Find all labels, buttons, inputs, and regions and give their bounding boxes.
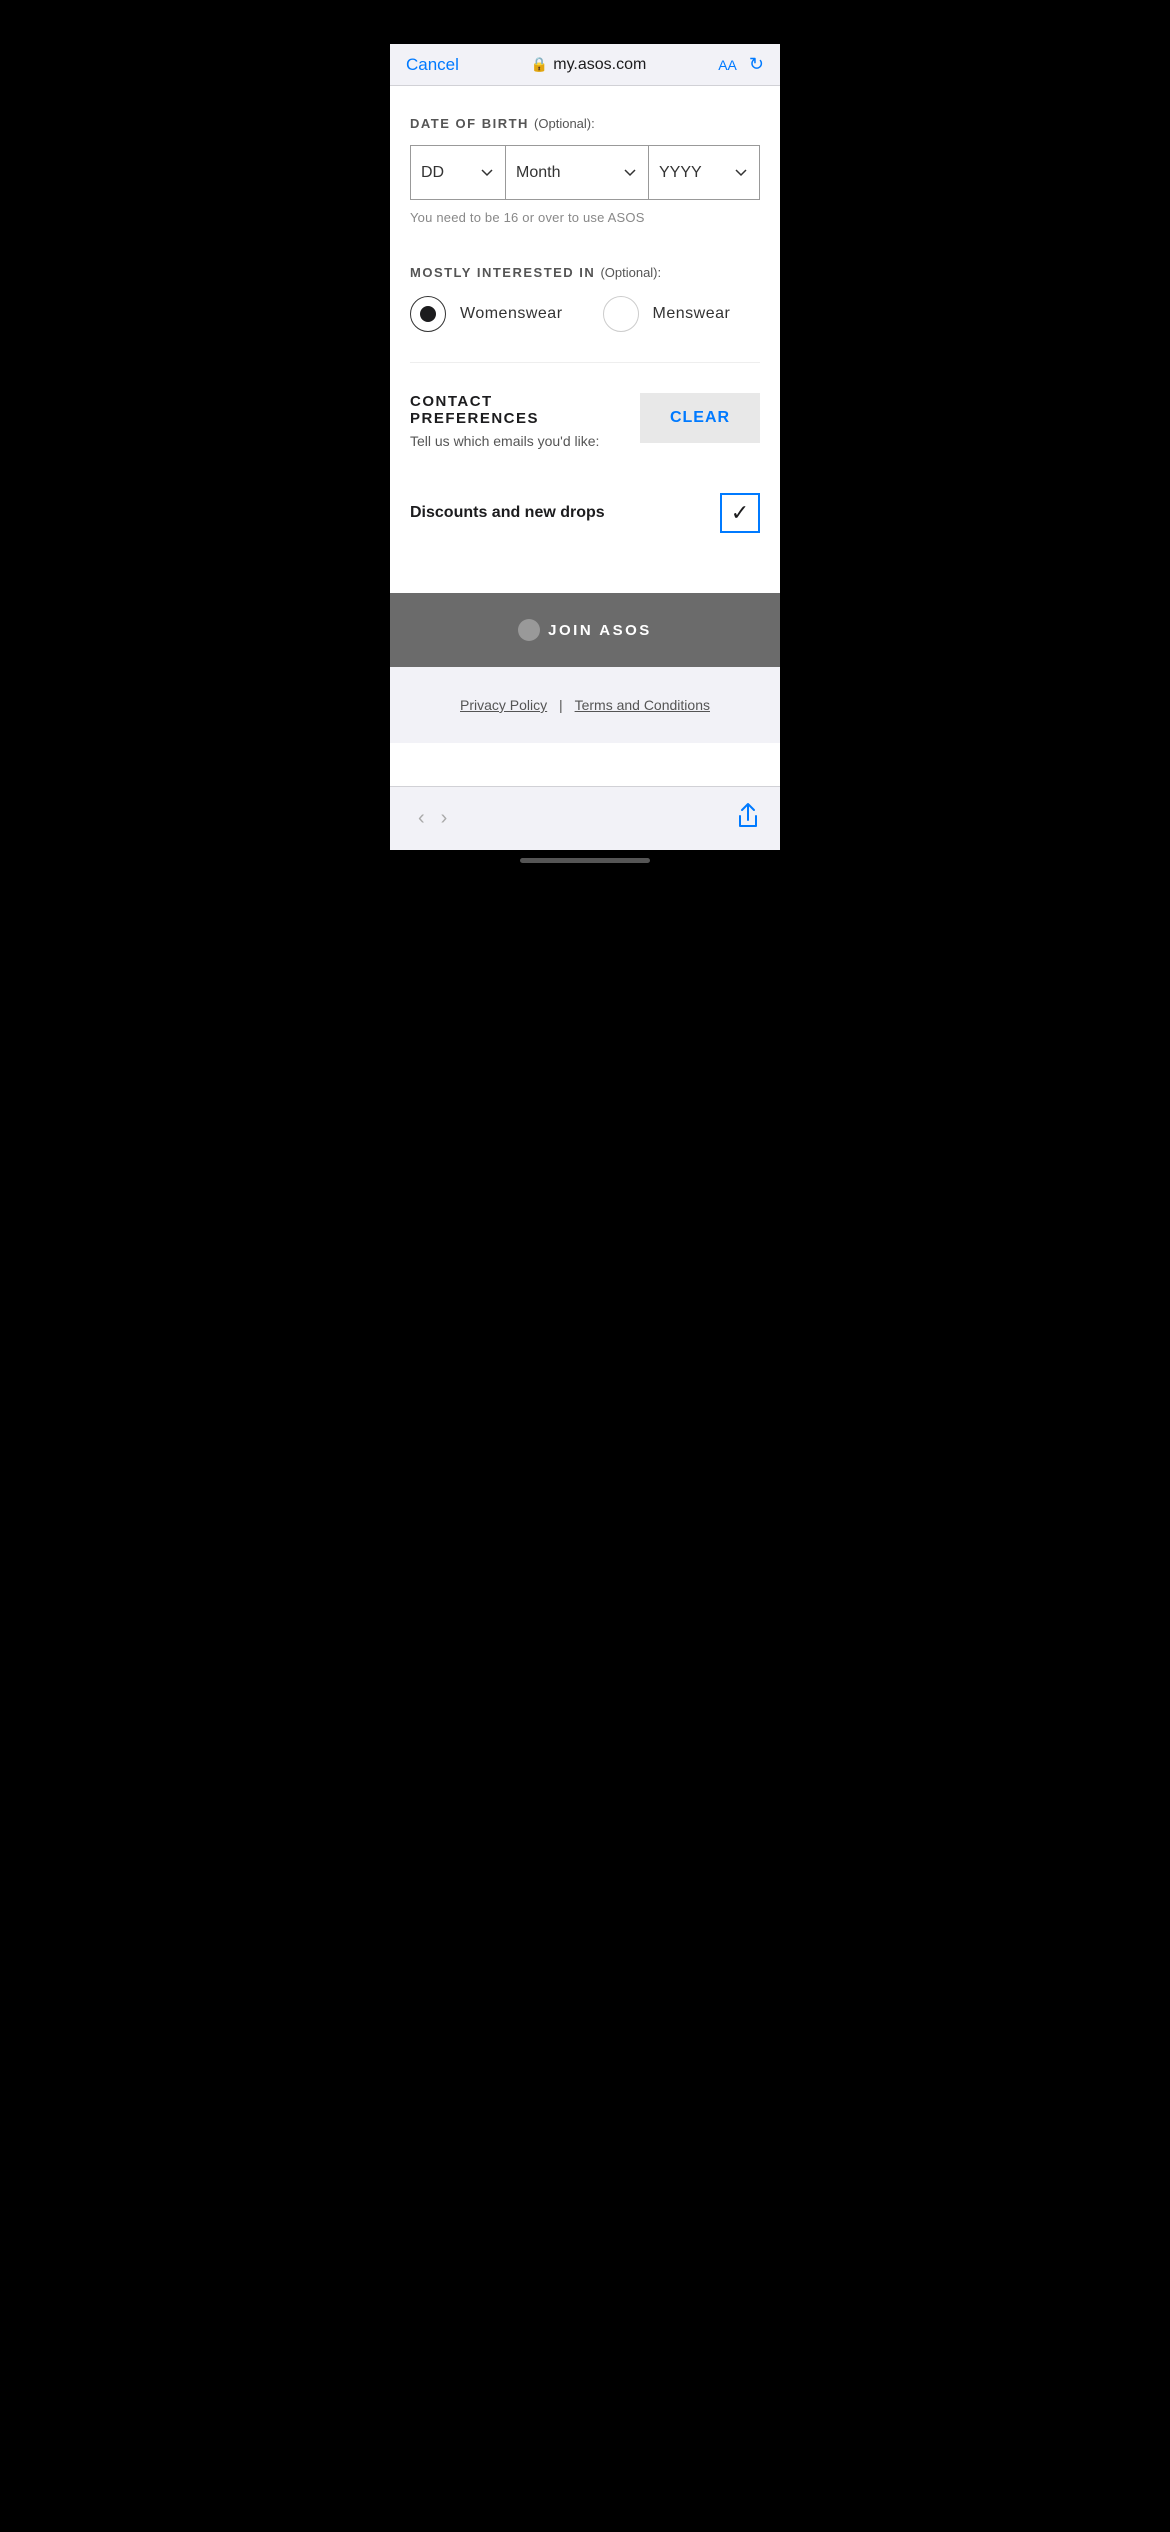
- share-button[interactable]: [736, 802, 760, 836]
- privacy-policy-link[interactable]: Privacy Policy: [460, 697, 547, 713]
- browser-right-controls: AA ↻: [718, 54, 764, 75]
- join-asos-button[interactable]: JOIN ASOS: [390, 593, 780, 667]
- browser-url: 🔒 my.asos.com: [531, 56, 647, 74]
- menswear-radio[interactable]: [603, 296, 639, 332]
- back-button[interactable]: ‹: [410, 799, 433, 838]
- contact-header-left: CONTACT PREFERENCES Tell us which emails…: [410, 393, 624, 449]
- contact-header: CONTACT PREFERENCES Tell us which emails…: [410, 393, 760, 449]
- dob-hint: You need to be 16 or over to use ASOS: [410, 210, 760, 225]
- footer-section: Privacy Policy | Terms and Conditions: [390, 667, 780, 743]
- womenswear-radio[interactable]: [410, 296, 446, 332]
- browser-bottom-bar: ‹ ›: [390, 786, 780, 850]
- day-select[interactable]: DD 12345 678910 1112131415 1617181920 21…: [411, 146, 506, 199]
- contact-title: CONTACT PREFERENCES: [410, 393, 624, 427]
- reload-button[interactable]: ↻: [749, 54, 764, 75]
- join-button-label: JOIN ASOS: [548, 622, 652, 639]
- discounts-label: Discounts and new drops: [410, 504, 605, 522]
- browser-chrome: Cancel 🔒 my.asos.com AA ↻: [390, 44, 780, 86]
- lock-icon: 🔒: [531, 56, 548, 73]
- interest-optional: (Optional):: [600, 265, 661, 280]
- checkmark-icon: ✓: [731, 502, 749, 524]
- browser-cancel-button[interactable]: Cancel: [406, 55, 459, 75]
- dob-label: DATE OF BIRTH (Optional):: [410, 116, 760, 131]
- womenswear-option[interactable]: Womenswear: [410, 296, 563, 332]
- terms-conditions-link[interactable]: Terms and Conditions: [575, 697, 710, 713]
- spinner-icon: [518, 619, 540, 641]
- interest-section: MOSTLY INTERESTED IN (Optional): Womensw…: [410, 265, 760, 332]
- radio-group: Womenswear Menswear: [410, 296, 760, 332]
- text-size-button[interactable]: AA: [718, 57, 737, 73]
- year-select[interactable]: YYYY 2008200720062005 2004200320022001 2…: [649, 146, 759, 199]
- preference-row-discounts: Discounts and new drops ✓: [410, 473, 760, 553]
- url-text: my.asos.com: [553, 56, 646, 74]
- join-button-container: JOIN ASOS: [390, 593, 780, 667]
- contact-subtitle: Tell us which emails you'd like:: [410, 433, 624, 449]
- womenswear-label: Womenswear: [460, 305, 563, 323]
- menswear-label: Menswear: [653, 305, 731, 323]
- footer-links: Privacy Policy | Terms and Conditions: [410, 697, 760, 713]
- dob-optional: (Optional):: [534, 116, 595, 131]
- discounts-checkbox[interactable]: ✓: [720, 493, 760, 533]
- main-content: DATE OF BIRTH (Optional): DD 12345 67891…: [390, 86, 780, 786]
- interest-label: MOSTLY INTERESTED IN (Optional):: [410, 265, 760, 280]
- contact-section: CONTACT PREFERENCES Tell us which emails…: [410, 362, 760, 553]
- status-bar: [390, 0, 780, 44]
- home-bar: [520, 858, 650, 863]
- dob-section: DATE OF BIRTH (Optional): DD 12345 67891…: [410, 116, 760, 225]
- forward-button[interactable]: ›: [433, 799, 456, 838]
- clear-button[interactable]: CLEAR: [640, 393, 760, 443]
- home-indicator: [390, 850, 780, 879]
- footer-divider: |: [559, 697, 567, 713]
- dob-selects: DD 12345 678910 1112131415 1617181920 21…: [410, 145, 760, 200]
- month-select[interactable]: Month JanuaryFebruaryMarchApril MayJuneJ…: [506, 146, 649, 199]
- menswear-option[interactable]: Menswear: [603, 296, 731, 332]
